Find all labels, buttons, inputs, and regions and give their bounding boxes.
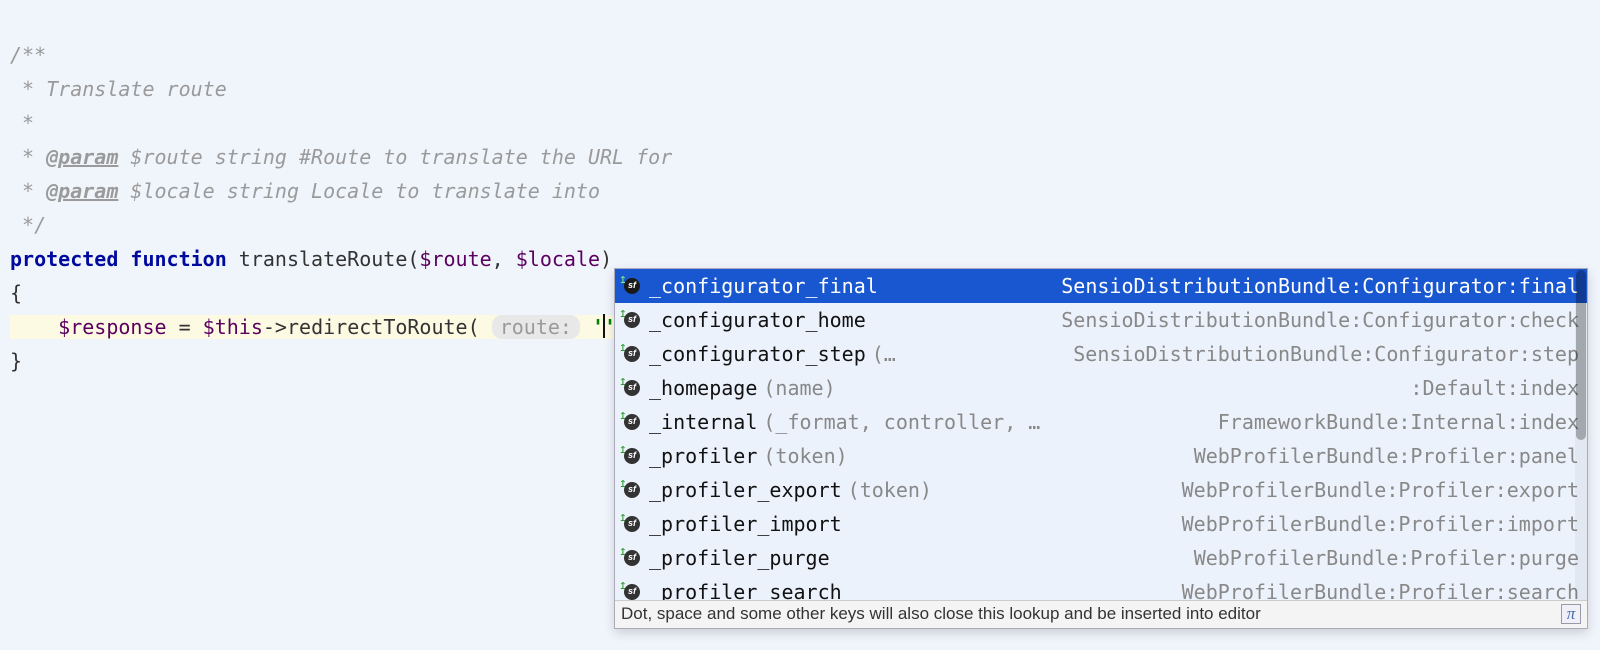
string-literal: '' [592,315,616,339]
completion-item[interactable]: ↥sf _configurator_step(… SensioDistributio… [615,337,1587,371]
completion-list[interactable]: ↥sf _configurator_final SensioDistribution… [615,269,1587,600]
docblock-open: /** [10,43,46,67]
completion-item-name: _configurator_step [649,337,866,371]
completion-item-tail: SensioDistributionBundle:Configurator:fi… [1061,269,1579,303]
symfony-route-icon: ↥sf [621,445,643,467]
symfony-route-icon: ↥sf [621,275,643,297]
active-line[interactable]: $response = $this->redirectToRoute( rout… [10,315,640,339]
completion-item[interactable]: ↥sf _profiler(token) WebProfilerBundle:Pro… [615,439,1587,473]
scrollbar-track[interactable] [1575,269,1587,600]
completion-item[interactable]: ↥sf _configurator_final SensioDistribution… [615,269,1587,303]
completion-item-name: _profiler [649,439,757,473]
completion-item[interactable]: ↥sf _profiler_search WebProfilerBundle:Pro… [615,575,1587,600]
brace-open: { [10,281,22,305]
completion-item[interactable]: ↥sf _profiler_export(token) WebProfilerBun… [615,473,1587,507]
completion-item-tail: WebProfilerBundle:Profiler:import [1182,507,1579,541]
symfony-route-icon: ↥sf [621,377,643,399]
completion-item[interactable]: ↥sf _profiler_purge WebProfilerBundle:Prof… [615,541,1587,575]
completion-item-params: (token) [848,473,932,507]
brace-close: } [10,349,22,373]
docblock-line: * @param $locale string Locale to transl… [10,179,600,203]
completion-status-text: Dot, space and some other keys will also… [621,600,1261,629]
completion-item-name: _internal [649,405,757,439]
completion-item-params: (token) [763,439,847,473]
doc-tag: @param [46,179,118,203]
completion-item-params: (_format, controller, … [763,405,1040,439]
completion-popup[interactable]: ↥sf _configurator_final SensioDistribution… [614,268,1588,629]
completion-status-bar: Dot, space and some other keys will also… [615,600,1587,628]
completion-item-name: _profiler_purge [649,541,830,575]
completion-item-tail: WebProfilerBundle:Profiler:search [1182,575,1579,600]
completion-item-name: _homepage [649,371,757,405]
doc-tag: @param [46,145,118,169]
completion-item-tail: FrameworkBundle:Internal:index [1218,405,1579,439]
symfony-route-icon: ↥sf [621,479,643,501]
completion-item-name: _profiler_search [649,575,842,600]
completion-item[interactable]: ↥sf _homepage(name) :Default:index [615,371,1587,405]
symfony-route-icon: ↥sf [621,581,643,600]
completion-item-tail: WebProfilerBundle:Profiler:export [1182,473,1579,507]
symfony-route-icon: ↥sf [621,411,643,433]
text-caret [603,314,605,338]
completion-item[interactable]: ↥sf _profiler_import WebProfilerBundle:Pro… [615,507,1587,541]
scrollbar-thumb[interactable] [1576,270,1586,440]
pi-icon[interactable]: π [1561,604,1581,624]
docblock-line: * @param $route string #Route to transla… [10,145,672,169]
completion-item-tail: WebProfilerBundle:Profiler:purge [1194,541,1579,575]
docblock-line: * [10,111,34,135]
symfony-route-icon: ↥sf [621,513,643,535]
symfony-route-icon: ↥sf [621,547,643,569]
function-signature: protected function translateRoute($route… [10,247,612,271]
completion-item[interactable]: ↥sf _configurator_home SensioDistributionB… [615,303,1587,337]
inlay-hint: route: [492,315,580,339]
completion-item-tail: :Default:index [1410,371,1579,405]
completion-item-name: _profiler_import [649,507,842,541]
completion-item-tail: SensioDistributionBundle:Configurator:st… [1073,337,1579,371]
completion-item-tail: SensioDistributionBundle:Configurator:ch… [1061,303,1579,337]
symfony-route-icon: ↥sf [621,309,643,331]
completion-item-params: (name) [763,371,835,405]
completion-item-params: (… [872,337,896,371]
completion-item-name: _configurator_final [649,269,878,303]
docblock-close: */ [10,213,46,237]
completion-item-name: _configurator_home [649,303,866,337]
symfony-route-icon: ↥sf [621,343,643,365]
completion-item-name: _profiler_export [649,473,842,507]
completion-item-tail: WebProfilerBundle:Profiler:panel [1194,439,1579,473]
docblock-line: * Translate route [10,77,227,101]
completion-item[interactable]: ↥sf _internal(_format, controller, … Frame… [615,405,1587,439]
